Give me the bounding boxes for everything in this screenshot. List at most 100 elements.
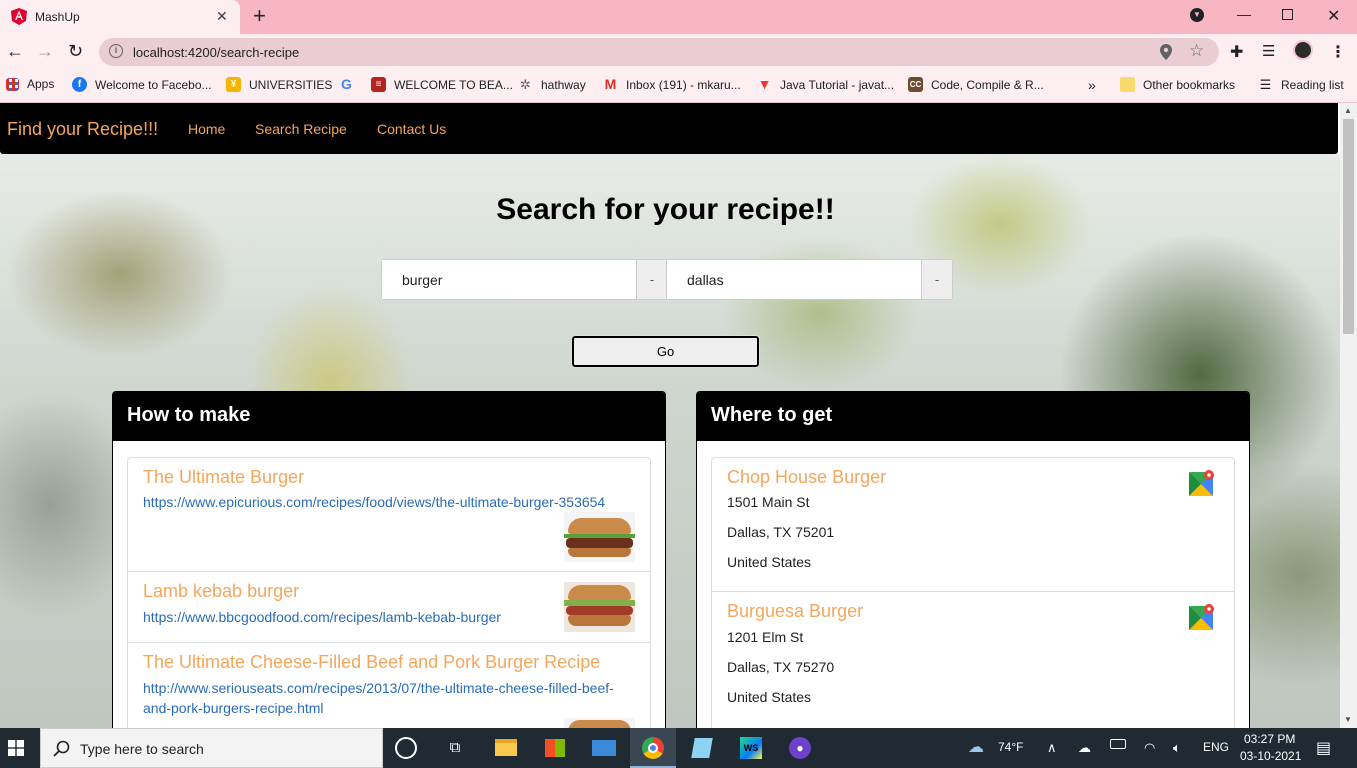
profile-avatar[interactable]	[1293, 40, 1313, 60]
task-view-icon[interactable]: ⧉	[443, 736, 467, 760]
bookmark-codechef[interactable]: CC Code, Compile & R...	[908, 77, 1044, 92]
bookmark-beach[interactable]: ≡ WELCOME TO BEA...	[371, 77, 513, 92]
forward-icon[interactable]: →	[36, 42, 54, 60]
where-to-get-panel: Where to get Chop House Burger 1501 Main…	[696, 391, 1250, 728]
list-item[interactable]: Lamb kebab burger https://www.bbcgoodfoo…	[127, 572, 651, 643]
menu-kebab-icon[interactable]: ⋮	[1330, 42, 1346, 62]
address-url[interactable]: localhost:4200/search-recipe	[133, 45, 299, 60]
address-bar[interactable]: i localhost:4200/search-recipe ☆	[99, 38, 1219, 66]
recipe-search-input[interactable]	[382, 260, 636, 299]
reload-icon[interactable]: ↻	[68, 42, 83, 60]
top-navbar: Find your Recipe!!! Home Search Recipe C…	[0, 103, 1338, 154]
bookmark-hathway[interactable]: ✲ hathway	[518, 77, 586, 92]
more-bookmarks-icon[interactable]: »	[1088, 77, 1096, 93]
place-name[interactable]: Burguesa Burger	[727, 601, 863, 622]
close-tab-icon[interactable]: ✕	[216, 8, 228, 25]
recipe-title[interactable]: Lamb kebab burger	[143, 581, 299, 602]
bookmark-label: Apps	[27, 77, 55, 91]
google-icon: G	[341, 76, 352, 92]
file-explorer-icon[interactable]	[494, 736, 518, 760]
location-icon[interactable]	[1160, 44, 1172, 60]
list-item[interactable]: The Ultimate Cheese-Filled Beef and Pork…	[127, 643, 651, 728]
scroll-down-icon[interactable]: ▼	[1344, 715, 1352, 724]
go-button[interactable]: Go	[571, 335, 760, 368]
taskbar-search-placeholder: Type here to search	[80, 741, 204, 757]
recipe-url-line2[interactable]: and-pork-burgers-recipe.html	[143, 698, 324, 718]
github-icon[interactable]: ●	[788, 736, 812, 760]
language-indicator[interactable]: ENG	[1203, 740, 1229, 754]
how-to-make-panel: How to make The Ultimate Burger https://…	[112, 391, 666, 728]
google-maps-icon[interactable]	[1189, 604, 1215, 630]
restore-icon[interactable]	[1282, 9, 1293, 20]
back-icon[interactable]: ←	[6, 42, 24, 60]
bookmark-universities[interactable]: ¥ UNIVERSITIES	[226, 77, 332, 92]
clock-time[interactable]: 03:27 PM	[1244, 732, 1295, 746]
mail-icon[interactable]	[592, 736, 616, 760]
list-item[interactable]: Chop House Burger 1501 Main St Dallas, T…	[711, 457, 1235, 592]
battery-icon[interactable]	[1110, 739, 1126, 749]
wifi-icon[interactable]: ◠	[1144, 740, 1155, 756]
show-hidden-icons-icon[interactable]: ∧	[1047, 740, 1057, 756]
weather-temp[interactable]: 74°F	[998, 740, 1023, 754]
bookmarks-bar: Apps f Welcome to Facebo... ¥ UNIVERSITI…	[0, 70, 1357, 103]
list-item[interactable]: The Ultimate Burger https://www.epicurio…	[127, 457, 651, 572]
windows-taskbar: Type here to search ⧉ WS ● ☁ 74°F ∧ ☁ ◠ …	[0, 728, 1357, 768]
nav-home-link[interactable]: Home	[188, 121, 225, 137]
site-info-icon[interactable]: i	[109, 44, 123, 58]
reading-list-icon: ☰	[1259, 77, 1272, 92]
scroll-up-icon[interactable]: ▲	[1344, 106, 1352, 115]
bookmark-label: Inbox (191) - mkaru...	[626, 77, 741, 92]
recipe-url[interactable]: https://www.epicurious.com/recipes/food/…	[143, 492, 605, 512]
burger-thumbnail	[564, 718, 635, 728]
media-queue-icon[interactable]: ☰	[1262, 42, 1275, 60]
bookmark-google[interactable]: G	[339, 77, 362, 92]
list-item[interactable]: Burguesa Burger 1201 Elm St Dallas, TX 7…	[711, 592, 1235, 728]
beach-site-icon: ≡	[371, 77, 386, 92]
clock-date[interactable]: 03-10-2021	[1240, 749, 1301, 763]
close-window-icon[interactable]: ✕	[1327, 6, 1340, 26]
browser-tab[interactable]: MashUp ✕	[0, 0, 240, 34]
universities-icon: ¥	[226, 77, 241, 92]
weather-icon[interactable]: ☁	[968, 737, 984, 757]
bookmark-gmail[interactable]: M Inbox (191) - mkaru...	[603, 77, 741, 92]
webstorm-icon[interactable]: WS	[739, 736, 763, 760]
bookmark-star-icon[interactable]: ☆	[1189, 41, 1204, 61]
bookmark-reading-list[interactable]: ☰ Reading list	[1258, 77, 1344, 92]
nav-search-recipe-link[interactable]: Search Recipe	[255, 121, 347, 137]
bookmark-other[interactable]: Other bookmarks	[1120, 77, 1235, 92]
nav-contact-link[interactable]: Contact Us	[377, 121, 446, 137]
browser-tabstrip: MashUp ✕ + ▼ — ✕	[0, 0, 1357, 34]
page-title: Search for your recipe!!	[496, 193, 835, 226]
notepad-icon[interactable]	[690, 736, 714, 760]
tab-search-icon[interactable]: ▼	[1190, 8, 1204, 22]
bookmark-apps[interactable]: Apps	[6, 77, 54, 91]
recipe-url-line1[interactable]: http://www.seriouseats.com/recipes/2013/…	[143, 678, 614, 698]
chrome-icon[interactable]	[641, 736, 665, 760]
hathway-icon: ✲	[520, 77, 531, 92]
recipe-search-addon[interactable]: -	[636, 260, 667, 299]
brand-link[interactable]: Find your Recipe!!!	[7, 119, 158, 140]
minimize-icon[interactable]: —	[1237, 6, 1251, 22]
bookmark-facebook[interactable]: f Welcome to Facebo...	[72, 77, 212, 92]
new-tab-icon[interactable]: +	[253, 4, 266, 28]
location-search-input[interactable]	[667, 260, 921, 299]
recipe-title[interactable]: The Ultimate Cheese-Filled Beef and Pork…	[143, 652, 600, 673]
cloud-sync-icon[interactable]: ☁	[1078, 740, 1091, 756]
taskbar-search-box[interactable]: Type here to search	[40, 728, 383, 768]
volume-icon[interactable]: 🔈︎	[1173, 740, 1181, 756]
location-search-addon[interactable]: -	[921, 260, 952, 299]
page-scrollbar[interactable]: ▲ ▼	[1340, 103, 1357, 728]
extensions-icon[interactable]: ✚	[1230, 42, 1243, 62]
bookmark-label: Other bookmarks	[1143, 77, 1236, 92]
notifications-icon[interactable]: ▤	[1316, 738, 1331, 758]
bookmark-javatpoint[interactable]: ▼ Java Tutorial - javat...	[757, 77, 894, 92]
scroll-thumb[interactable]	[1343, 119, 1354, 334]
recipe-title[interactable]: The Ultimate Burger	[143, 467, 304, 488]
place-name[interactable]: Chop House Burger	[727, 467, 886, 488]
microsoft-store-icon[interactable]	[543, 736, 567, 760]
windows-start-icon[interactable]	[8, 740, 24, 756]
google-maps-icon[interactable]	[1189, 470, 1215, 496]
place-street: 1201 Elm St	[727, 629, 804, 645]
recipe-url[interactable]: https://www.bbcgoodfood.com/recipes/lamb…	[143, 607, 501, 627]
cortana-icon[interactable]	[395, 737, 417, 759]
